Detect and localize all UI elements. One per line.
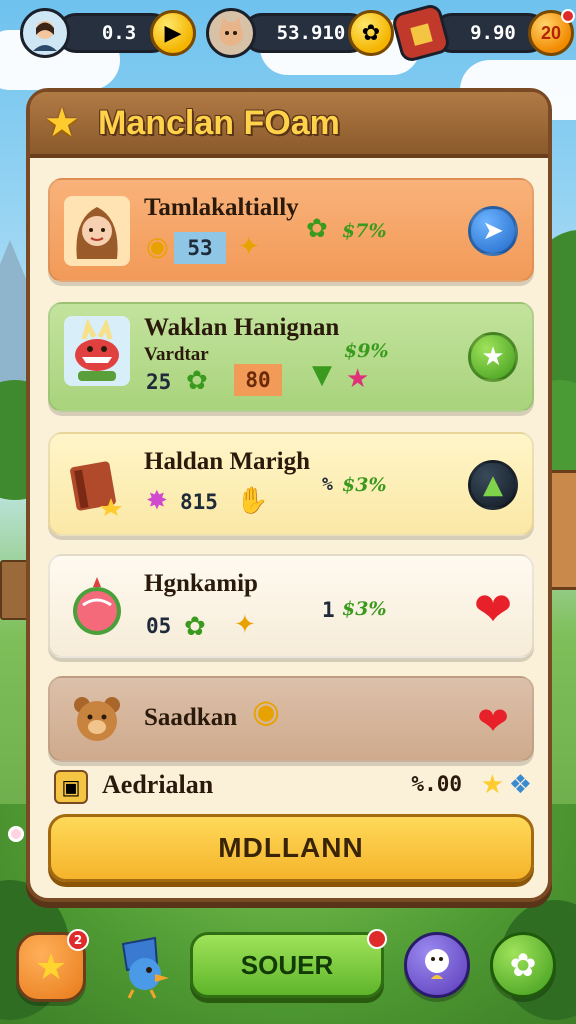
lollipop-icon: ◉ bbox=[252, 692, 280, 730]
favorite-button[interactable]: ★ bbox=[468, 332, 518, 382]
teddy-bear-icon bbox=[74, 697, 120, 741]
hand-icon: ✋ bbox=[236, 486, 269, 516]
item-avatar[interactable]: ■ bbox=[390, 2, 452, 64]
row-percent: $7% bbox=[342, 220, 387, 242]
arrow-right-icon: ➤ bbox=[482, 216, 504, 246]
heart-icon: ❤ bbox=[473, 582, 513, 636]
panel-title: Manclan FOam bbox=[98, 103, 340, 142]
cat-icon bbox=[219, 17, 243, 46]
list-item[interactable]: Haldan Marigh ✸ 815 ✋ % $3% ▲ bbox=[48, 432, 534, 536]
play-button[interactable]: ➤ bbox=[468, 206, 518, 256]
star-badge: 2 bbox=[67, 929, 89, 951]
like-button[interactable]: ❤ bbox=[468, 582, 518, 636]
player-avatar[interactable] bbox=[20, 8, 70, 58]
row-stat: 815 bbox=[180, 490, 218, 514]
row-stat-2: 80 bbox=[234, 364, 282, 396]
row-stat: 05 bbox=[146, 614, 172, 638]
hud-player2: 53.910 ✿ bbox=[206, 8, 394, 58]
footer-value: %.00 bbox=[411, 772, 462, 796]
gold-button[interactable]: ✿ bbox=[348, 10, 394, 56]
row-percent: $3% bbox=[342, 474, 387, 496]
girl-portrait bbox=[64, 196, 130, 266]
watermelon-icon bbox=[73, 577, 121, 635]
melon-portrait bbox=[64, 572, 130, 642]
monster-icon bbox=[75, 319, 119, 381]
row-percent: $9% bbox=[344, 340, 389, 362]
heart-icon: ❤ bbox=[477, 699, 509, 743]
bird-nav-button[interactable] bbox=[108, 932, 178, 1002]
arrow-up-icon: ▲ bbox=[483, 470, 503, 500]
level-number: 20 bbox=[540, 22, 562, 43]
list-item[interactable]: Tamlakaltially ◉ 53 ✦ ✿ $7% ➤ bbox=[48, 178, 534, 282]
avatar-icon bbox=[33, 21, 57, 51]
like-button[interactable]: ❤ bbox=[468, 696, 518, 746]
favorites-nav-button[interactable]: ★ 2 bbox=[16, 929, 89, 1002]
flower-icon: ✿ bbox=[509, 946, 537, 984]
hat-icon: ■ bbox=[406, 16, 436, 50]
monster-portrait bbox=[64, 316, 130, 386]
star-icon: ★ bbox=[481, 342, 505, 372]
row-name: Hgnkamip bbox=[144, 570, 258, 597]
character-icon bbox=[425, 949, 449, 979]
row-percent-prefix: 1 bbox=[322, 598, 335, 622]
feather-icon: ❖ bbox=[508, 770, 532, 800]
settings-nav-button[interactable]: ✿ bbox=[490, 932, 556, 998]
main-nav-button[interactable]: SOUER bbox=[190, 929, 387, 998]
row-name: Tamlakaltially bbox=[144, 194, 299, 221]
pet-avatar[interactable] bbox=[206, 8, 256, 58]
star-icon: ★ bbox=[480, 770, 504, 800]
notification-dot bbox=[561, 9, 575, 23]
row-name: Waklan Hanignan bbox=[144, 314, 340, 341]
main-nav-label: SOUER bbox=[240, 949, 334, 980]
drop-icon: ✦ bbox=[234, 610, 256, 640]
thumb-icon: ▶ bbox=[164, 20, 182, 46]
book-icon bbox=[70, 461, 122, 516]
panel-header: ★ Manclan FOam bbox=[30, 92, 548, 158]
star-icon: ★ bbox=[34, 946, 68, 988]
row-stat: 25 bbox=[146, 370, 172, 394]
row-percent: $3% bbox=[342, 598, 387, 620]
list-item[interactable]: Hgnkamip 05 ✿ ✦ 1 $3% ❤ bbox=[48, 554, 534, 658]
row-percent-prefix: % bbox=[322, 474, 333, 495]
pink-star-icon: ★ bbox=[346, 364, 370, 394]
bird-icon bbox=[121, 936, 169, 999]
book-portrait bbox=[64, 450, 130, 520]
hud-player3: ■ 9.90 20 bbox=[390, 2, 575, 64]
level-badge[interactable]: 20 bbox=[528, 9, 575, 56]
drop-icon: ✦ bbox=[238, 232, 260, 262]
row-name: Haldan Marigh bbox=[144, 448, 310, 475]
clover-icon: ✿ bbox=[186, 366, 208, 396]
panel-footer: ▣ Aedrialan %.00 ★ ❖ bbox=[54, 766, 532, 806]
leaderboard-panel: ★ Manclan FOam Tamlakaltially ◉ 53 ✦ ✿ $… bbox=[26, 88, 552, 902]
upgrade-button[interactable]: ▲ bbox=[468, 460, 518, 510]
flower bbox=[8, 826, 24, 842]
paw-icon: ✿ bbox=[361, 20, 381, 46]
girl-avatar-icon bbox=[76, 207, 118, 259]
coin-icon: ◉ bbox=[146, 232, 169, 262]
star-icon: ★ bbox=[44, 100, 80, 146]
sparkle-icon: ✸ bbox=[146, 486, 168, 516]
clover-icon: ✿ bbox=[184, 612, 206, 642]
bear-portrait bbox=[64, 686, 130, 756]
list-item[interactable]: Waklan Hanignan Vardtar 25 ✿ 80 $9% ▼ ★ … bbox=[48, 302, 534, 412]
badge-icon: ▣ bbox=[54, 770, 88, 804]
clover-icon: ✿ bbox=[306, 214, 328, 244]
hud-player1: 0.3 ▶ bbox=[20, 8, 196, 58]
profile-nav-button[interactable] bbox=[404, 932, 470, 998]
footer-label: Aedrialan bbox=[102, 770, 214, 799]
notification-dot bbox=[367, 929, 387, 949]
row-stat: 53 bbox=[174, 232, 226, 264]
potion-icon: ▼ bbox=[312, 360, 332, 390]
list-item[interactable]: Saadkan ◉ ❤ bbox=[48, 676, 534, 762]
row-subtitle: Vardtar bbox=[144, 344, 209, 365]
main-action-button[interactable]: MDLLANN bbox=[48, 814, 534, 882]
add-button[interactable]: ▶ bbox=[150, 10, 196, 56]
row-name: Saadkan bbox=[144, 704, 238, 731]
